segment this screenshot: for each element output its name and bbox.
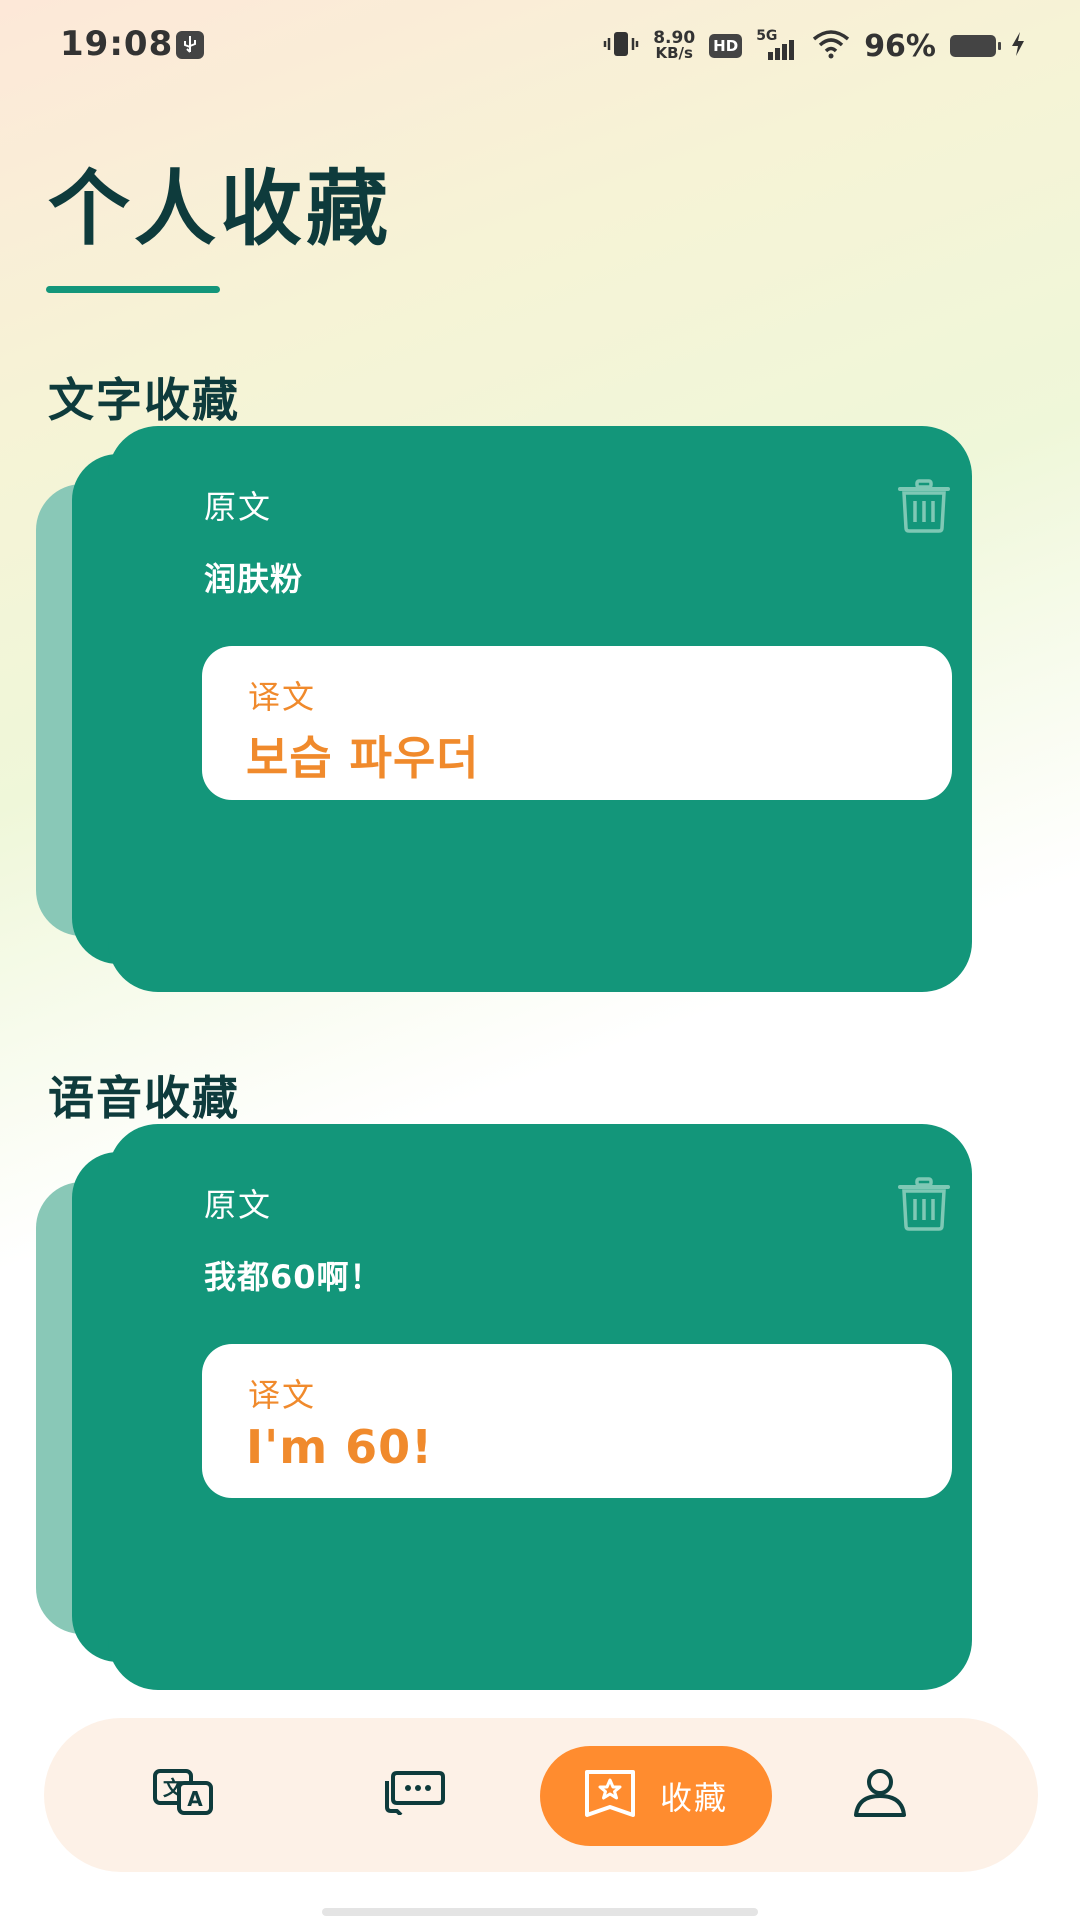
vibrate-icon xyxy=(603,30,639,62)
page-title: 个人收藏 xyxy=(48,162,393,257)
nav-translate[interactable]: 文 A xyxy=(104,1718,264,1872)
section-title-voice: 语音收藏 xyxy=(48,1071,240,1125)
original-text: 我都60啊！ xyxy=(204,1258,383,1296)
card-main[interactable]: 原文 我都60啊！ 译文 I'm 60! xyxy=(108,1124,972,1690)
translation-text: 보습 파우더 xyxy=(246,731,480,785)
status-time: 19:08 xyxy=(60,24,174,64)
section-title-text: 文字收藏 xyxy=(48,373,240,427)
translation-text: I'm 60! xyxy=(246,1420,434,1474)
status-icons: 8.90 KB/s HD 5G 96% xyxy=(603,26,1026,66)
home-indicator[interactable] xyxy=(322,1908,758,1916)
trash-icon[interactable] xyxy=(896,1176,952,1232)
status-bar: 19:08 8.90 KB/s HD 5G 96% xyxy=(0,0,1080,92)
translation-label: 译文 xyxy=(248,1376,317,1414)
favorites-icon xyxy=(584,1769,636,1823)
bottom-nav: 文 A 收藏 xyxy=(44,1718,1038,1872)
favorite-card-text: 原文 润肤粉 译文 보습 파우더 xyxy=(36,426,976,992)
title-underline xyxy=(46,286,220,293)
nav-chat[interactable] xyxy=(334,1718,494,1872)
battery-percent: 96% xyxy=(864,28,936,64)
net-speed: 8.90 KB/s xyxy=(653,30,695,62)
hd-badge: HD xyxy=(709,34,743,58)
chat-icon xyxy=(383,1771,445,1819)
nav-profile[interactable] xyxy=(800,1718,960,1872)
battery-icon xyxy=(950,35,1001,57)
nav-favorites[interactable]: 收藏 xyxy=(540,1746,772,1846)
original-label: 原文 xyxy=(204,1186,273,1224)
wifi-icon xyxy=(812,29,850,63)
translation-box: 译文 I'm 60! xyxy=(202,1344,952,1498)
favorite-card-voice: 原文 我都60啊！ 译文 I'm 60! xyxy=(36,1124,976,1690)
translate-icon: 文 A xyxy=(153,1769,215,1821)
card-main[interactable]: 原文 润肤粉 译文 보습 파우더 xyxy=(108,426,972,992)
profile-icon xyxy=(852,1768,908,1822)
original-label: 原文 xyxy=(204,488,273,526)
trash-icon[interactable] xyxy=(896,478,952,534)
original-text: 润肤粉 xyxy=(204,560,304,598)
net-speed-unit: KB/s xyxy=(655,44,693,62)
charging-icon xyxy=(1010,31,1026,61)
svg-text:A: A xyxy=(187,1787,203,1811)
signal-icon: 5G xyxy=(756,28,798,62)
usb-debug-icon xyxy=(176,31,204,59)
translation-label: 译文 xyxy=(248,678,317,716)
nav-favorites-label: 收藏 xyxy=(659,1779,728,1817)
translation-box: 译文 보습 파우더 xyxy=(202,646,952,800)
